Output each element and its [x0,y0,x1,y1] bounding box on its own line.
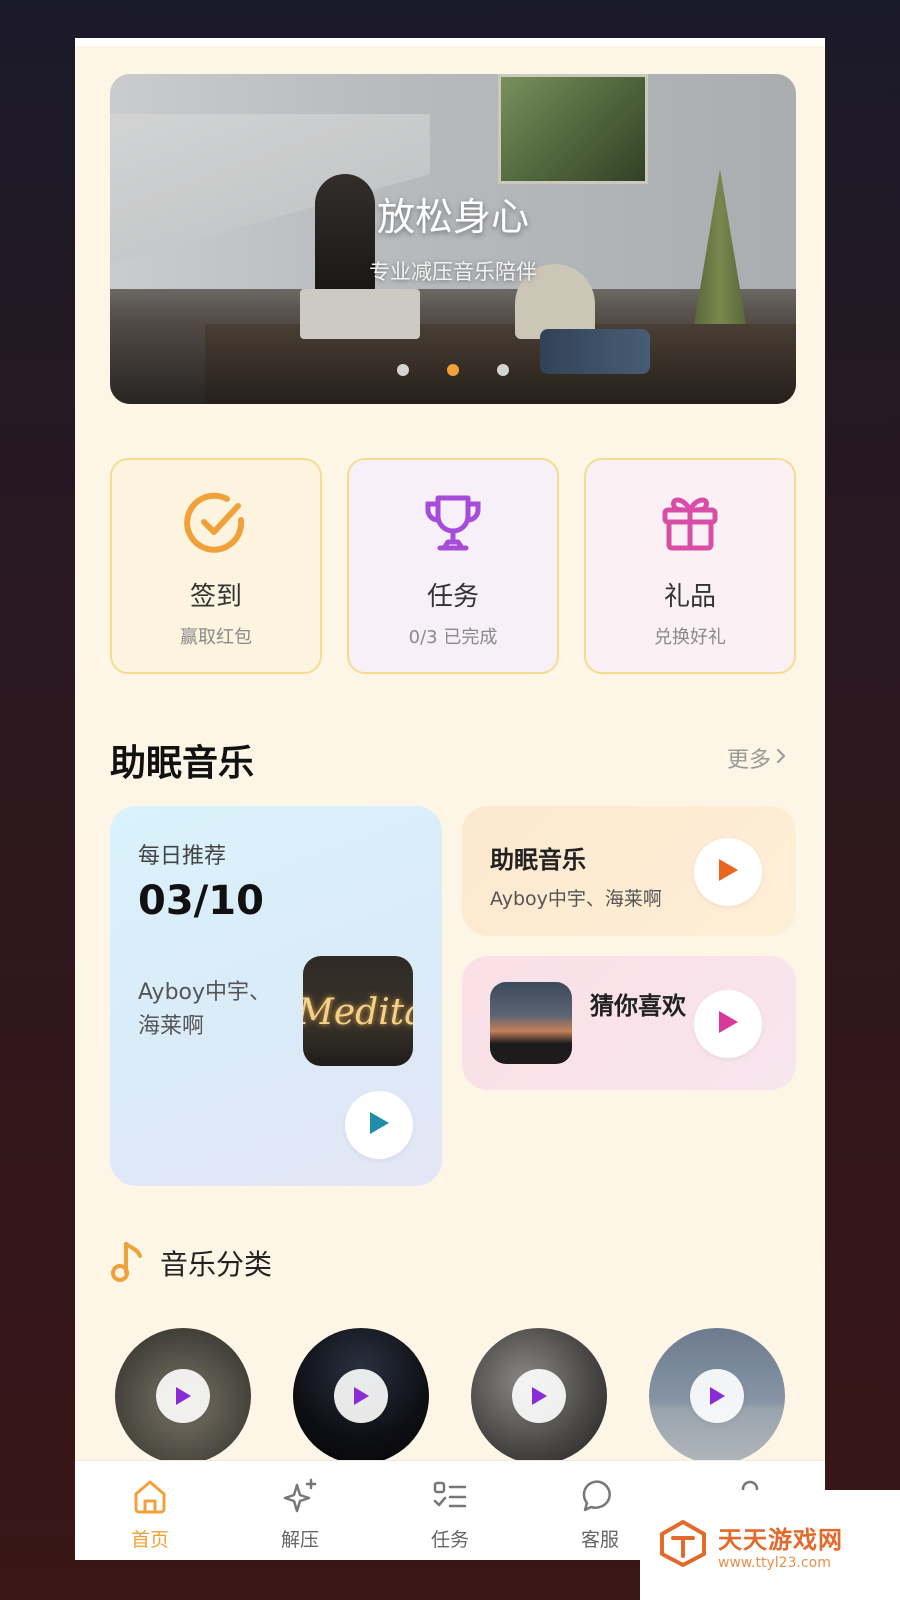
daily-play-button[interactable] [345,1091,413,1159]
tab-label: 客服 [580,1529,619,1551]
sparkle-icon [281,1477,319,1519]
daily-label: 每日推荐 [138,844,227,869]
play-icon [176,1387,191,1405]
music-note-icon [110,1240,144,1286]
play-icon [367,1110,391,1140]
task-title: 任务 [426,582,479,612]
banner-subtitle: 专业减压音乐陪伴 [369,260,537,284]
sleep-card-artist: Ayboy中宇、海莱啊 [490,888,662,910]
gift-title: 礼品 [663,582,716,612]
tab-tasks[interactable]: 任务 [400,1477,500,1552]
chevron-right-icon [775,746,787,771]
section-title-sleep-music: 助眠音乐 [110,743,255,784]
gift-icon [655,488,725,558]
play-icon [710,1387,725,1405]
category-item[interactable] [293,1328,429,1464]
sleep-play-button[interactable] [694,838,762,906]
site-watermark: 天天游戏网 www.ttyl23.com [640,1490,900,1600]
gift-subtitle: 兑换好礼 [654,627,726,648]
tab-service[interactable]: 客服 [550,1477,650,1552]
category-play-button[interactable] [690,1369,744,1423]
category-title: 音乐分类 [160,1248,273,1281]
quick-actions: 签到 赢取红包 任务 0/3 已完成 礼品 兑换好礼 [110,458,796,674]
category-item[interactable] [115,1328,251,1464]
check-circle-icon [181,488,251,558]
daily-artist: Ayboy中宇、海莱啊 [138,980,272,1039]
checkin-subtitle: 赢取红包 [180,627,252,648]
tab-home[interactable]: 首页 [100,1477,200,1552]
more-link[interactable]: 更多 [727,742,787,774]
watermark-name: 天天游戏网 [718,1525,843,1554]
checklist-icon [431,1477,469,1519]
daily-cover-text: Meditate [303,992,413,1033]
hero-banner[interactable]: 放松身心 专业减压音乐陪伴 [110,74,796,404]
banner-title: 放松身心 [376,195,529,239]
category-header: 音乐分类 [110,1240,272,1286]
gift-card[interactable]: 礼品 兑换好礼 [584,458,796,674]
task-subtitle: 0/3 已完成 [408,627,498,648]
chat-icon [581,1477,619,1519]
banner-pagination [110,364,796,376]
more-label: 更多 [726,748,771,773]
category-play-button[interactable] [512,1369,566,1423]
banner-dot-active[interactable] [447,364,459,376]
guess-play-button[interactable] [694,990,762,1058]
sleep-card-title: 助眠音乐 [490,846,586,874]
play-icon [532,1387,547,1405]
play-icon [716,1009,740,1039]
banner-dot[interactable] [497,364,509,376]
guess-cover-image [490,982,572,1064]
category-play-button[interactable] [334,1369,388,1423]
guess-you-like-card[interactable]: 猜你喜欢 [462,956,796,1090]
guess-card-title: 猜你喜欢 [590,992,686,1020]
sleep-music-card[interactable]: 助眠音乐 Ayboy中宇、海莱啊 [462,806,796,936]
tab-label: 首页 [130,1529,169,1551]
watermark-logo-icon [658,1518,708,1572]
trophy-icon [418,488,488,558]
tab-relax[interactable]: 解压 [250,1477,350,1552]
task-card[interactable]: 任务 0/3 已完成 [347,458,559,674]
category-play-button[interactable] [156,1369,210,1423]
daily-date: 03/10 [138,878,264,924]
play-icon [716,857,740,887]
daily-recommend-card[interactable]: 每日推荐 03/10 Ayboy中宇、海莱啊 Meditate [110,806,442,1186]
play-icon [354,1387,369,1405]
banner-dot[interactable] [397,364,409,376]
daily-cover-image: Meditate [303,956,413,1066]
checkin-title: 签到 [189,582,242,612]
watermark-url: www.ttyl23.com [718,1554,831,1571]
category-list [115,1328,785,1464]
checkin-card[interactable]: 签到 赢取红包 [110,458,322,674]
home-icon [131,1477,169,1519]
tab-label: 任务 [430,1529,469,1551]
category-item[interactable] [649,1328,785,1464]
category-item[interactable] [471,1328,607,1464]
phone-screen: 放松身心 专业减压音乐陪伴 签到 赢取红包 任务 0/3 已完成 礼品 兑换好礼… [75,38,825,1560]
tab-label: 解压 [280,1529,319,1551]
